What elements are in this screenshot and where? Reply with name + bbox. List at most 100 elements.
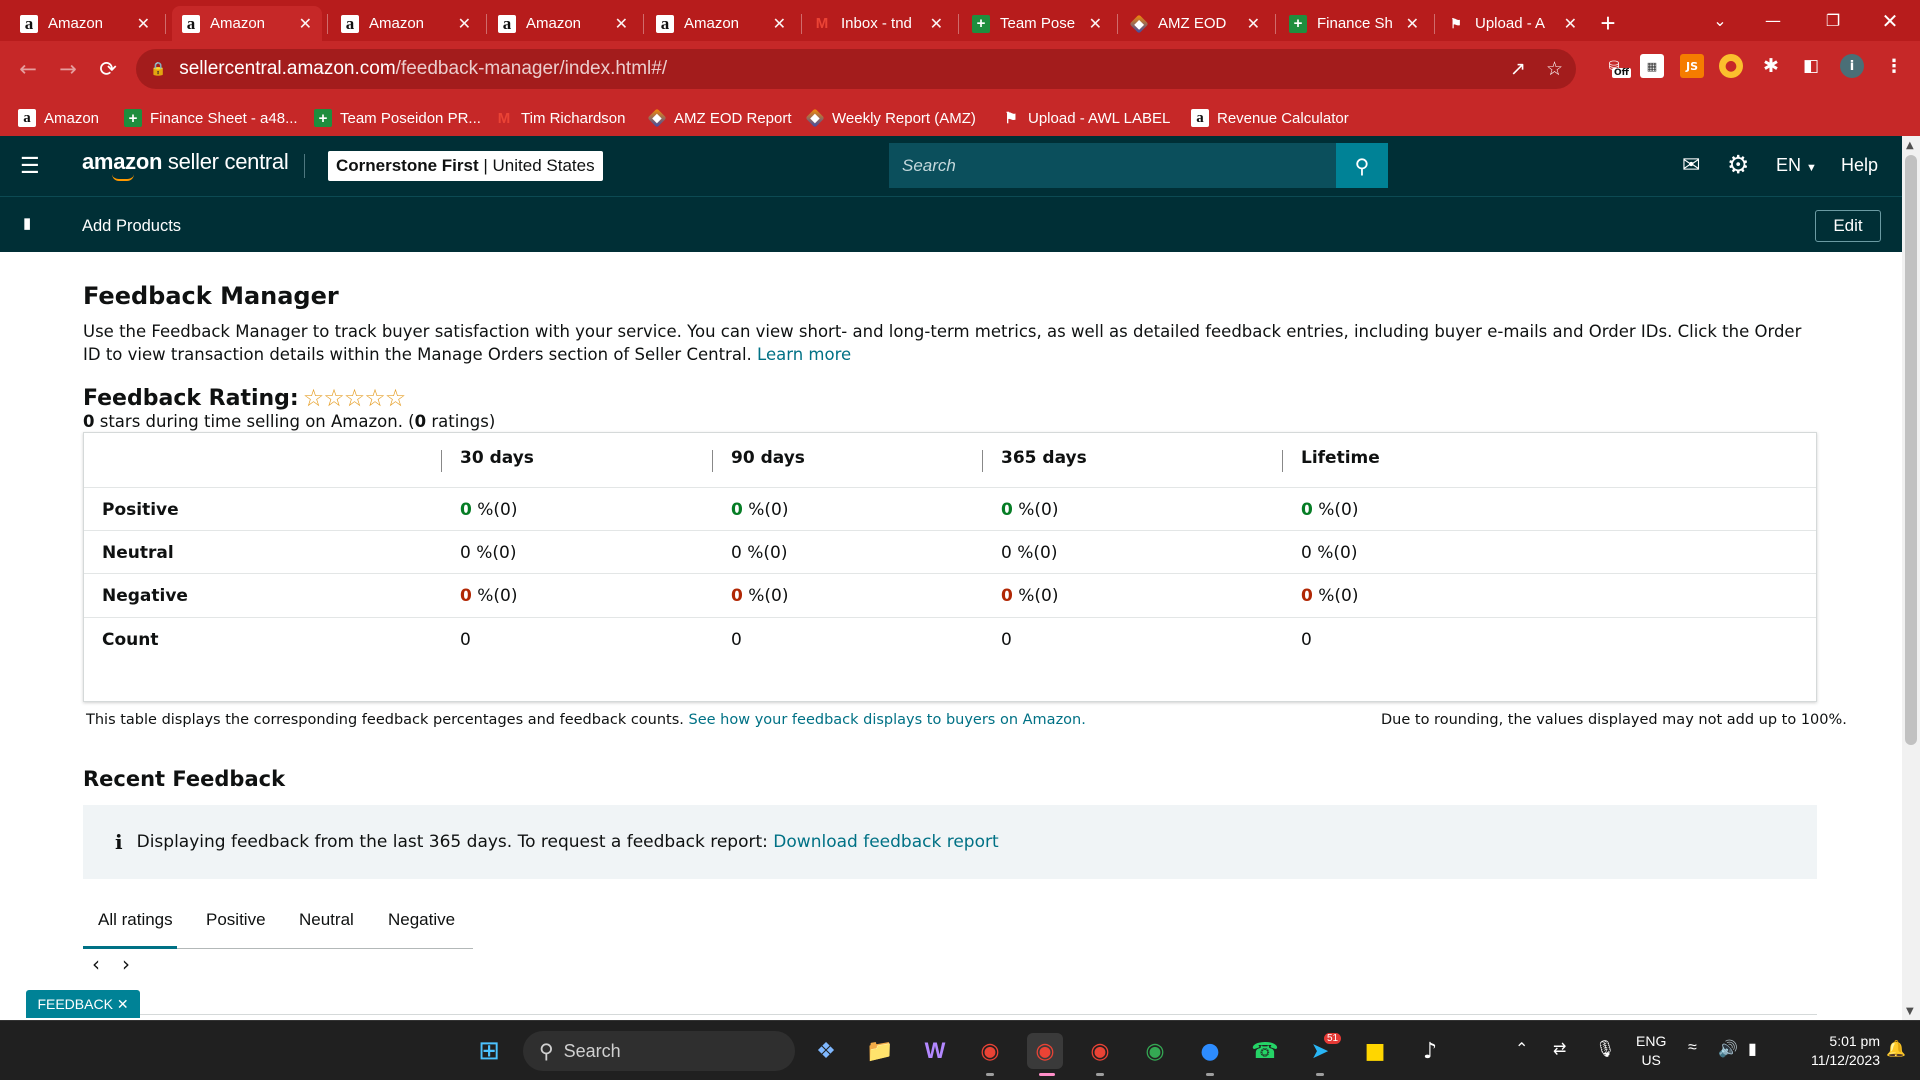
seller-central-logo[interactable]: amazon seller central xyxy=(82,149,289,181)
close-icon[interactable]: ✕ xyxy=(117,996,129,1013)
forward-arrow-icon[interactable]: → xyxy=(52,53,84,85)
w-app-icon[interactable]: W xyxy=(917,1033,953,1069)
bookmark-item[interactable]: ◆ AMZ EOD Report xyxy=(647,107,792,129)
sticky-notes-icon[interactable]: ■ xyxy=(1357,1033,1393,1069)
tiktok-icon[interactable]: ♪ xyxy=(1412,1033,1448,1069)
browser-tab[interactable]: ◆ AMZ EOD ✕ xyxy=(1120,6,1270,41)
browser-tab[interactable]: a Amazon ✕ xyxy=(172,6,322,41)
browser-tab[interactable]: a Amazon ✕ xyxy=(488,6,638,41)
side-panel-icon[interactable]: ◧ xyxy=(1799,54,1823,78)
column-separator xyxy=(982,450,983,472)
reload-icon[interactable]: ⟳ xyxy=(92,53,124,85)
browser-tab[interactable]: a Amazon ✕ xyxy=(331,6,481,41)
browser-tab[interactable]: + Finance Sh ✕ xyxy=(1279,6,1429,41)
scrollbar-thumb[interactable] xyxy=(1905,155,1917,745)
bookmark-item[interactable]: M Tim Richardson xyxy=(495,107,626,129)
close-tab-icon[interactable]: ✕ xyxy=(137,14,150,34)
tab-search-chevron-icon[interactable]: ⌄ xyxy=(1692,0,1748,41)
back-arrow-icon[interactable]: ← xyxy=(12,53,44,85)
browser-tab[interactable]: a Amazon ✕ xyxy=(10,6,160,41)
rating-filter-tab[interactable]: Positive xyxy=(206,910,266,930)
close-tab-icon[interactable]: ✕ xyxy=(1247,14,1260,34)
close-tab-icon[interactable]: ✕ xyxy=(1564,14,1577,34)
extension-off-icon[interactable]: ⛁ Off xyxy=(1602,54,1631,78)
mail-icon[interactable]: ✉ xyxy=(1682,152,1700,178)
extensions-puzzle-icon[interactable]: ✱ xyxy=(1759,54,1783,78)
bookmark-item[interactable]: ◆ Weekly Report (AMZ) xyxy=(805,107,976,129)
microphone-icon[interactable]: 🎙 xyxy=(1595,1039,1615,1059)
page-scrollbar[interactable]: ▲ ▼ xyxy=(1902,136,1920,1020)
bookmark-item[interactable]: a Amazon xyxy=(18,107,99,129)
next-page-chevron-icon[interactable]: › xyxy=(122,952,130,976)
bookmark-star-icon[interactable]: ☆ xyxy=(1546,58,1563,81)
close-tab-icon[interactable]: ✕ xyxy=(1089,14,1102,34)
telegram-icon[interactable]: ➤ 51 xyxy=(1302,1033,1342,1069)
scroll-down-arrow-icon[interactable]: ▼ xyxy=(1906,1006,1914,1017)
close-window-button[interactable]: ✕ xyxy=(1862,0,1918,41)
edit-button[interactable]: Edit xyxy=(1815,210,1881,242)
tab-separator xyxy=(1275,14,1276,34)
language-selector[interactable]: EN ▼ xyxy=(1776,155,1817,176)
chrome-active-icon[interactable]: ◉ xyxy=(1027,1033,1063,1069)
windows-start-icon[interactable]: ⊞ xyxy=(471,1033,507,1069)
chrome-icon[interactable]: ◉ xyxy=(972,1033,1008,1069)
rating-summary-mid: stars during time selling on Amazon. ( xyxy=(94,412,415,431)
input-language[interactable]: ENG US xyxy=(1636,1032,1666,1070)
browser-tab[interactable]: M Inbox - tnd ✕ xyxy=(803,6,953,41)
store-switcher[interactable]: Cornerstone First | United States xyxy=(328,151,603,181)
close-tab-icon[interactable]: ✕ xyxy=(615,14,628,34)
notification-bell-icon[interactable]: 🔔 xyxy=(1886,1039,1906,1059)
bookmark-icon[interactable]: ▮ xyxy=(23,214,31,232)
learn-more-link[interactable]: Learn more xyxy=(757,345,851,364)
bookmark-item[interactable]: + Team Poseidon PR... xyxy=(314,107,481,129)
new-tab-button[interactable]: + xyxy=(1595,6,1621,41)
close-tab-icon[interactable]: ✕ xyxy=(930,14,943,34)
hamburger-menu-icon[interactable]: ☰ xyxy=(20,153,40,179)
profile-avatar[interactable]: i xyxy=(1840,54,1864,78)
volume-icon[interactable]: 🔊 xyxy=(1718,1039,1738,1059)
rating-filter-tab[interactable]: Negative xyxy=(388,910,455,930)
help-link[interactable]: Help xyxy=(1841,155,1878,176)
js-extension-icon[interactable]: JS xyxy=(1680,54,1704,78)
clock[interactable]: 5:01 pm 11/12/2023 xyxy=(1780,1032,1880,1070)
search-icon[interactable]: ⚲ xyxy=(1336,143,1388,188)
restore-window-button[interactable]: ❐ xyxy=(1805,0,1861,41)
browser-tab[interactable]: ⚑ Upload - A ✕ xyxy=(1437,6,1587,41)
rating-filter-tab[interactable]: All ratings xyxy=(98,910,173,930)
bookmark-item[interactable]: a Revenue Calculator xyxy=(1191,107,1349,129)
zoom-icon[interactable]: ● xyxy=(1192,1033,1228,1069)
address-bar[interactable]: 🔒 sellercentral.amazon.com/feedback-mana… xyxy=(136,49,1576,89)
browser-tab[interactable]: + Team Pose ✕ xyxy=(962,6,1112,41)
chrome-profile-2-icon[interactable]: ◉ xyxy=(1082,1033,1118,1069)
qr-extension-icon[interactable]: ▦ xyxy=(1640,54,1664,78)
close-tab-icon[interactable]: ✕ xyxy=(1406,14,1419,34)
minimize-window-button[interactable]: — xyxy=(1745,0,1801,41)
prev-page-chevron-icon[interactable]: ‹ xyxy=(92,952,100,976)
feedback-display-link[interactable]: See how your feedback displays to buyers… xyxy=(689,712,1086,728)
feedback-widget-button[interactable]: FEEDBACK ✕ xyxy=(26,990,140,1018)
whatsapp-icon[interactable]: ☎ xyxy=(1247,1033,1283,1069)
show-hidden-icons-chevron-icon[interactable]: ⌃ xyxy=(1515,1039,1528,1059)
tray-app-icon[interactable]: ⇄ xyxy=(1553,1039,1566,1059)
browser-menu-icon[interactable]: ⋮ xyxy=(1882,54,1906,78)
subnav-add-products[interactable]: Add Products xyxy=(82,217,181,236)
bookmark-item[interactable]: + Finance Sheet - a48... xyxy=(124,107,298,129)
settings-gear-icon[interactable]: ⚙ xyxy=(1727,150,1749,180)
copilot-icon[interactable]: ❖ xyxy=(808,1033,844,1069)
colorful-extension-icon[interactable]: ● xyxy=(1719,54,1743,78)
close-tab-icon[interactable]: ✕ xyxy=(299,14,312,34)
wifi-icon[interactable]: ≈ xyxy=(1688,1039,1697,1057)
rating-filter-tab[interactable]: Neutral xyxy=(299,910,354,930)
browser-tab[interactable]: a Amazon ✕ xyxy=(646,6,796,41)
share-icon[interactable]: ↗ xyxy=(1510,58,1526,81)
download-feedback-report-link[interactable]: Download feedback report xyxy=(773,832,998,852)
scroll-up-arrow-icon[interactable]: ▲ xyxy=(1906,140,1914,151)
bookmark-item[interactable]: ⚑ Upload - AWL LABEL xyxy=(1002,107,1170,129)
close-tab-icon[interactable]: ✕ xyxy=(773,14,786,34)
search-input[interactable]: Search xyxy=(889,143,1336,188)
taskbar-search[interactable]: ⚲ Search xyxy=(523,1031,795,1071)
close-tab-icon[interactable]: ✕ xyxy=(458,14,471,34)
file-explorer-icon[interactable]: 📁 xyxy=(862,1033,898,1069)
chrome-profile-3-icon[interactable]: ◉ xyxy=(1137,1033,1173,1069)
battery-icon[interactable]: ▮ xyxy=(1748,1039,1757,1059)
